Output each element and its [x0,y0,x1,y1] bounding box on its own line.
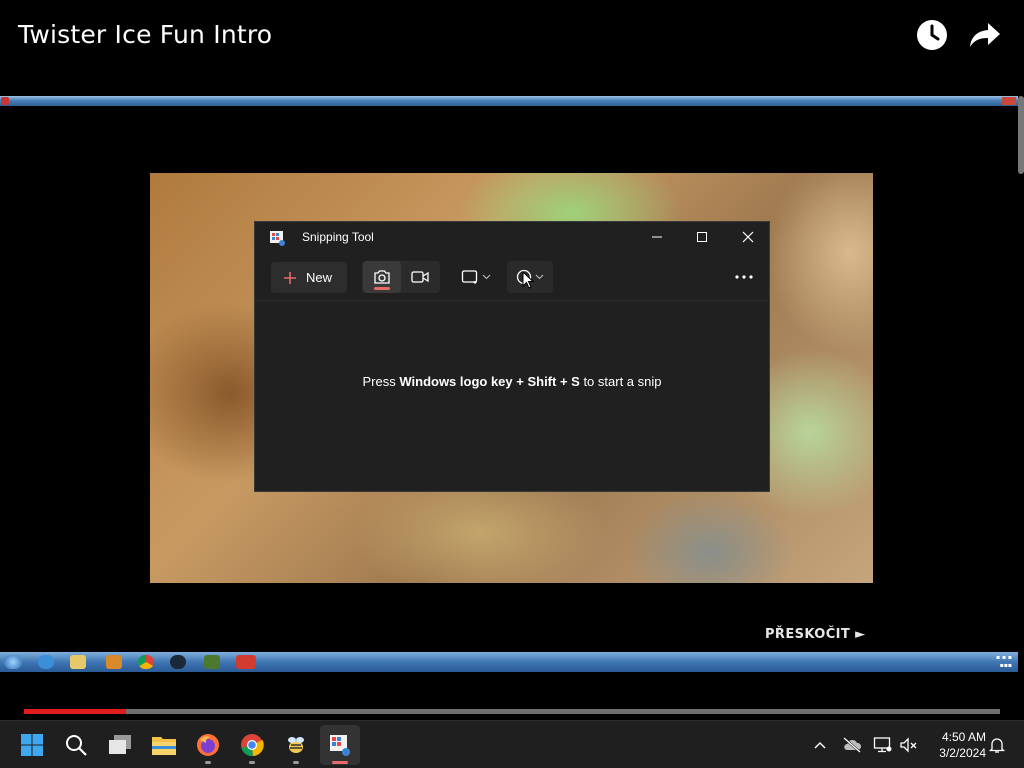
recorded-close-icon [1002,97,1016,105]
camera-icon [374,270,390,284]
snipping-tool-titlebar[interactable]: Snipping Tool [255,222,769,254]
network-button[interactable] [871,733,895,757]
active-mode-indicator [374,287,390,290]
search-icon [66,735,87,756]
more-options-button[interactable] [725,261,763,293]
clock-time: 4:50 AM [941,730,986,744]
hint-prefix: Press [362,374,400,389]
video-camera-icon [411,271,429,283]
taskbar: 4:50 AM 3/2/2024 [0,720,1024,768]
share-button[interactable] [968,18,1002,52]
close-button[interactable] [725,222,771,252]
task-view-icon [109,735,131,754]
recorded-start-icon [4,655,22,669]
running-indicator [205,761,211,764]
firefox-icon [197,734,219,756]
taskbar-chrome[interactable] [232,725,272,765]
running-indicator [249,761,255,764]
share-icon [970,23,1000,47]
video-title: Twister Ice Fun Intro [18,20,273,49]
show-hidden-icons-button[interactable] [808,733,832,757]
onedrive-button[interactable] [840,733,864,757]
chrome-icon [241,734,264,757]
snipping-tool-app-icon [270,231,285,246]
recorded-app-icon-red [236,655,256,669]
new-snip-label: New [306,270,333,285]
hint-shortcut: Windows logo key + Shift + S [399,374,580,389]
recorded-steam-icon [170,655,186,669]
notifications-button[interactable] [985,733,1009,757]
snipping-tool-title: Snipping Tool [302,230,374,244]
snipping-tool-window: Snipping Tool New Press Windows logo key… [254,221,770,492]
hint-suffix: to start a snip [579,374,662,389]
taskbar-file-explorer[interactable] [144,725,184,765]
recorded-ie-icon [38,655,54,669]
video-mode-button[interactable] [401,261,439,293]
more-icon [735,275,753,279]
search-button[interactable] [56,725,96,765]
taskbar-snipping-tool[interactable] [320,725,360,765]
recorded-chrome-icon [138,655,154,669]
scrollbar[interactable] [1018,96,1024,174]
cloud-offline-icon [843,737,862,753]
taskbar-firefox[interactable] [188,725,228,765]
video-progress-bar[interactable] [24,709,1000,714]
clock-icon [917,20,947,50]
start-button[interactable] [12,725,52,765]
new-snip-button[interactable]: New [271,262,347,293]
bee-icon [288,737,304,753]
maximize-button[interactable] [679,222,725,252]
maximize-icon [697,232,707,242]
taskbar-bee-app[interactable] [276,725,316,765]
volume-muted-icon [900,737,917,753]
minimize-button[interactable] [634,222,680,252]
running-indicator [293,761,299,764]
bell-icon [988,738,1006,753]
screenshot-mode-button[interactable] [363,261,401,293]
chevron-up-icon [814,742,826,749]
minimize-icon [652,236,662,238]
capture-mode-toggle [362,261,440,293]
clock-date: 3/2/2024 [939,746,986,760]
recorded-taskbar: ▪ ▪ ▪ ▪▪▪ [0,652,1018,672]
recorded-window-titlebar [0,96,1018,106]
recorded-media-icon [106,655,122,669]
recorded-folder-icon [70,655,86,669]
chevron-down-icon [535,274,544,280]
video-progress-fill [24,709,127,714]
chevron-down-icon [482,274,491,280]
close-icon [742,231,754,243]
taskbar-clock[interactable]: 4:50 AM 3/2/2024 [928,729,986,761]
windows-logo-icon [21,734,43,756]
snip-hint-text: Press Windows logo key + Shift + S to st… [255,374,769,389]
snipping-tool-icon [330,735,350,756]
active-app-indicator [332,761,348,764]
snipping-tool-toolbar: New [255,255,769,301]
network-icon [873,737,892,753]
recorded-clock: ▪ ▪ ▪ ▪▪▪ [995,654,1012,669]
task-view-button[interactable] [100,725,140,765]
rectangle-snip-icon [461,270,478,284]
volume-button[interactable] [897,733,921,757]
mouse-cursor-icon [522,271,534,289]
watch-later-button[interactable] [915,18,949,52]
recorded-app-icon [1,97,9,105]
plus-icon [284,271,296,284]
recorded-minecraft-icon [204,655,220,669]
folder-icon [152,737,176,755]
skip-button[interactable]: PŘESKOČIT ► [765,627,866,642]
snip-shape-dropdown[interactable] [453,261,499,293]
